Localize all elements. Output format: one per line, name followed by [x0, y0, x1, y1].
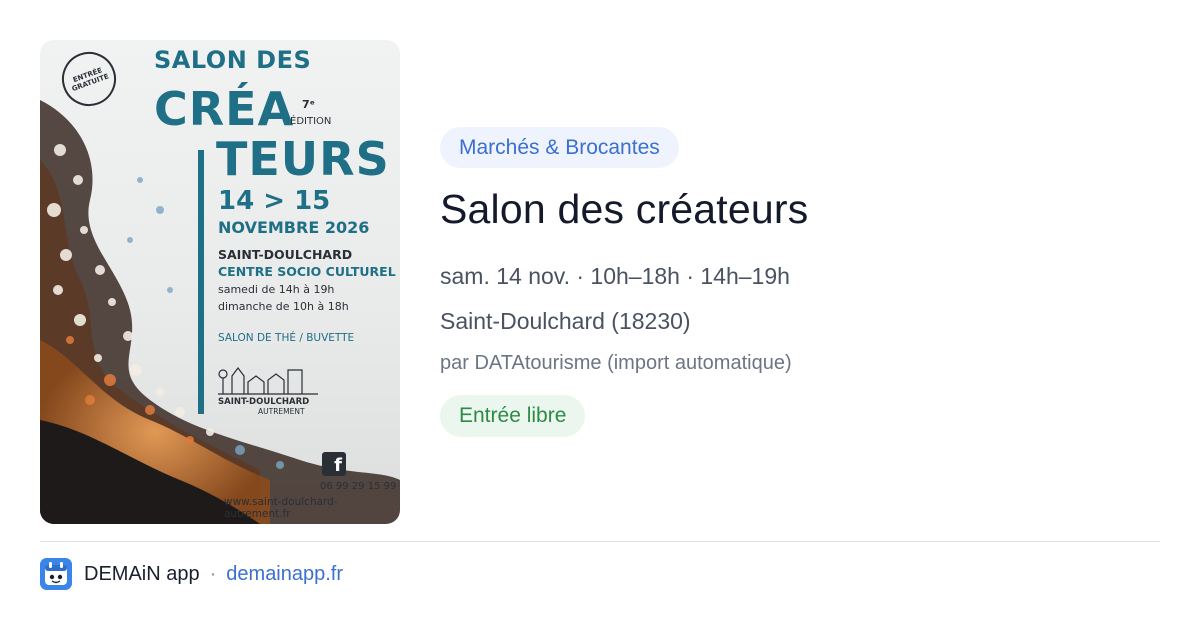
- poster-saturday-hours: samedi de 14h à 19h: [218, 283, 335, 296]
- event-source: par DATAtourisme (import automatique): [440, 352, 792, 374]
- footer-branding: DEMAiN app · demainapp.fr: [84, 563, 343, 586]
- poster-vertical-bar: [198, 150, 204, 414]
- event-poster-image[interactable]: ENTRÉE GRATUITE SALON DES CRÉA TEURS 7ᵉ …: [40, 40, 400, 524]
- poster-phone: 06 99 29 15 99: [320, 481, 397, 492]
- app-website-link[interactable]: demainapp.fr: [226, 563, 343, 586]
- poster-crea-text: CRÉA: [154, 82, 295, 136]
- poster-edition-label: ÉDITION: [290, 116, 332, 127]
- poster-town-skyline-icon: [218, 367, 318, 395]
- poster-sunday-hours: dimanche de 10h à 18h: [218, 300, 349, 313]
- price-badge: Entrée libre: [440, 395, 586, 437]
- app-name: DEMAiN app: [84, 563, 200, 585]
- poster-edition-number: 7ᵉ: [302, 98, 315, 111]
- footer-divider: [40, 541, 1160, 542]
- poster-city: SAINT-DOULCHARD: [218, 247, 353, 262]
- event-location: Saint-Doulchard (18230): [440, 308, 691, 334]
- poster-venue: CENTRE SOCIO CULTUREL: [218, 264, 396, 279]
- event-schedule: sam. 14 nov. · 10h–18h · 14h–19h: [440, 263, 790, 289]
- poster-organizer-subtitle: AUTREMENT: [258, 407, 305, 416]
- poster-organizer-name: SAINT-DOULCHARD: [218, 397, 310, 407]
- footer-separator: ·: [209, 563, 217, 585]
- poster-website: www.saint-doulchard-autrement.fr: [224, 496, 338, 520]
- poster-tea-room: SALON DE THÉ / BUVETTE: [218, 332, 355, 344]
- poster-dates: 14 > 15: [218, 186, 331, 216]
- poster-month: NOVEMBRE 2026: [218, 218, 370, 237]
- category-tag[interactable]: Marchés & Brocantes: [440, 127, 679, 168]
- facebook-icon: f: [322, 452, 346, 476]
- event-title: Salon des créateurs: [440, 186, 809, 232]
- poster-salon-text: SALON DES: [154, 46, 312, 74]
- app-logo-icon: [40, 558, 72, 590]
- poster-teurs-text: TEURS: [216, 132, 390, 186]
